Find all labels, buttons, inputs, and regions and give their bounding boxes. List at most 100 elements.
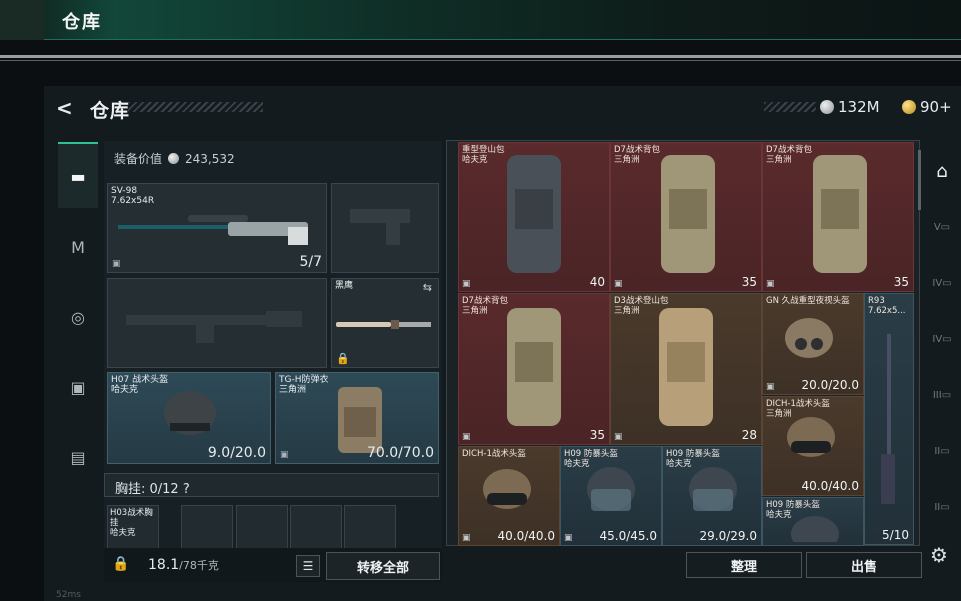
rig-slot[interactable]: H03战术胸挂 哈夫克 (107, 505, 159, 550)
tab-ii-icon[interactable]: II▭ (929, 438, 955, 464)
item-value: 40 (589, 275, 605, 289)
latency-indicator: 52ms (56, 590, 81, 600)
weapon-icon: ▬ (70, 166, 86, 186)
helmet-image (483, 469, 531, 509)
back-button[interactable]: < (56, 96, 73, 120)
rig-pocket-slot[interactable] (236, 505, 288, 550)
item-value: 45.0/45.0 (599, 529, 657, 543)
tab-iv-icon[interactable]: IV▭ (929, 270, 955, 296)
equip-value: 装备价值 243,532 (114, 150, 235, 167)
rig-pocket-slot[interactable] (290, 505, 342, 550)
slot-tag-icon: ▣ (766, 279, 775, 289)
nav-backpack[interactable]: ▣ (58, 354, 98, 420)
armor-name: TG-H防弹衣 三角洲 (279, 375, 329, 395)
helmet-image (785, 318, 833, 358)
slot-tag-icon: ▣ (564, 533, 573, 543)
toolbox-icon: ▤ (70, 447, 86, 467)
sort-button[interactable]: 整理 (686, 552, 802, 578)
currency-decoration (764, 102, 816, 112)
knife-icon (336, 320, 431, 329)
nav-toolbox[interactable]: ▤ (58, 424, 98, 490)
sell-button[interactable]: 出售 (806, 552, 922, 578)
inventory-item[interactable]: DICH-1战术头盔 ▣ 40.0/40.0 (458, 446, 560, 546)
inventory-item[interactable]: D3战术登山包 三角洲 ▣ 28 (610, 293, 762, 445)
backpack-icon: ▣ (70, 377, 86, 397)
helmet-durability: 9.0/20.0 (207, 445, 266, 461)
nav-weapon[interactable]: ▬ (58, 142, 98, 208)
inventory-item[interactable]: H09 防暴头盔 哈夫克 ▣ 45.0/45.0 (560, 446, 662, 546)
rifle-placeholder-icon (126, 311, 302, 343)
item-value: 29.0/29.0 (699, 529, 757, 543)
inventory-item[interactable]: D7战术背包 三角洲 ▣ 35 (458, 293, 610, 445)
item-value: 35 (589, 428, 605, 442)
gear-icon[interactable]: ⚙ (930, 543, 948, 567)
inventory-item[interactable]: 重型登山包 哈夫克 ▣ 40 (458, 142, 610, 292)
silver-coin-icon (820, 100, 834, 114)
nav-helmet[interactable]: ◎ (58, 284, 98, 350)
transfer-all-button[interactable]: 转移全部 (326, 552, 440, 580)
helmet-image (164, 391, 216, 435)
list-view-button[interactable]: ☰ (296, 555, 320, 577)
right-nav: ⌂ V▭ IV▭ IV▭ III▭ II▭ II▭ (923, 150, 961, 570)
tab-iv-icon[interactable]: IV▭ (929, 326, 955, 352)
inventory-item[interactable]: GN 久战重型夜视头盔 ▣ 20.0/20.0 (762, 293, 864, 395)
slot-tag-icon: ▣ (614, 432, 623, 442)
silver-coin-icon (168, 153, 180, 164)
slot-tag-icon: ▣ (614, 279, 623, 289)
rifle-slot[interactable] (107, 278, 327, 368)
inventory-item[interactable]: H09 防暴头盔 哈夫克 (762, 497, 864, 546)
item-value: 35 (893, 275, 909, 289)
swap-icon[interactable]: ⇆ (423, 281, 432, 294)
gold-currency[interactable]: 90+ (902, 98, 952, 116)
inventory-item[interactable]: DICH-1战术头盔 三角洲 40.0/40.0 (762, 396, 864, 496)
item-name: GN 久战重型夜视头盔 (766, 296, 850, 306)
tab-ii-icon[interactable]: II▭ (929, 494, 955, 520)
backpack-image (507, 308, 561, 426)
inventory-item[interactable]: R93 7.62x5... 5/10 (864, 293, 914, 545)
item-name: DICH-1战术头盔 (462, 449, 526, 459)
divider (0, 55, 961, 58)
left-nav: ▬ M ◎ ▣ ▤ (56, 138, 100, 500)
rig-pocket-slot[interactable] (344, 505, 396, 550)
warehouse-icon[interactable]: ⌂ (929, 158, 955, 184)
backpack-image (659, 308, 713, 426)
list-icon: ☰ (302, 559, 314, 573)
tab-v-icon[interactable]: V▭ (929, 214, 955, 240)
title-decoration (128, 102, 263, 112)
helmet-slot[interactable]: H07 战术头盔 哈夫克 9.0/20.0 (107, 372, 271, 464)
top-bar-accent (0, 0, 44, 40)
primary-weapon-slot[interactable]: SV-98 7.62x54R ▣ 5/7 (107, 183, 327, 273)
scrollbar[interactable] (918, 150, 921, 210)
melee-slot[interactable]: 黑鹰 ⇆ 🔒 (331, 278, 439, 368)
item-name: R93 7.62x5... (868, 296, 906, 316)
top-bar: 仓库 (0, 0, 961, 40)
top-bar-title: 仓库 (62, 12, 102, 33)
inventory-item[interactable]: H09 防暴头盔 哈夫克 29.0/29.0 (662, 446, 762, 546)
lock-icon[interactable]: 🔒 (112, 556, 129, 572)
armor-icon: M (71, 237, 85, 257)
gold-coin-icon (902, 100, 916, 114)
armor-slot[interactable]: TG-H防弹衣 三角洲 ▣ 70.0/70.0 (275, 372, 439, 464)
slot-tag-icon: ▣ (112, 259, 121, 269)
silver-currency-value: 132M (838, 98, 880, 116)
helmet-image (787, 417, 835, 457)
silver-currency: 132M (820, 98, 880, 116)
inventory-item[interactable]: D7战术背包 三角洲 ▣ 35 (610, 142, 762, 292)
helmet-image (689, 467, 737, 511)
rig-pocket-slot[interactable] (181, 505, 233, 550)
item-value: 40.0/40.0 (801, 479, 859, 493)
slot-tag-icon: ▣ (462, 533, 471, 543)
tab-iii-icon[interactable]: III▭ (929, 382, 955, 408)
nav-armor[interactable]: M (58, 214, 98, 280)
item-value: 28 (741, 428, 757, 442)
lock-icon: 🔒 (336, 352, 350, 365)
divider (0, 60, 961, 61)
helmet-icon: ◎ (71, 307, 85, 327)
chest-rig-label: 胸挂: 0/12 ? (115, 482, 190, 497)
chest-rig-bar[interactable]: 胸挂: 0/12 ? (104, 473, 439, 497)
secondary-weapon-slot[interactable] (331, 183, 439, 273)
item-value: 40.0/40.0 (497, 529, 555, 543)
equip-value-amount: 243,532 (185, 151, 235, 166)
item-value: 20.0/20.0 (801, 378, 859, 392)
inventory-item[interactable]: D7战术背包 三角洲 ▣ 35 (762, 142, 914, 292)
